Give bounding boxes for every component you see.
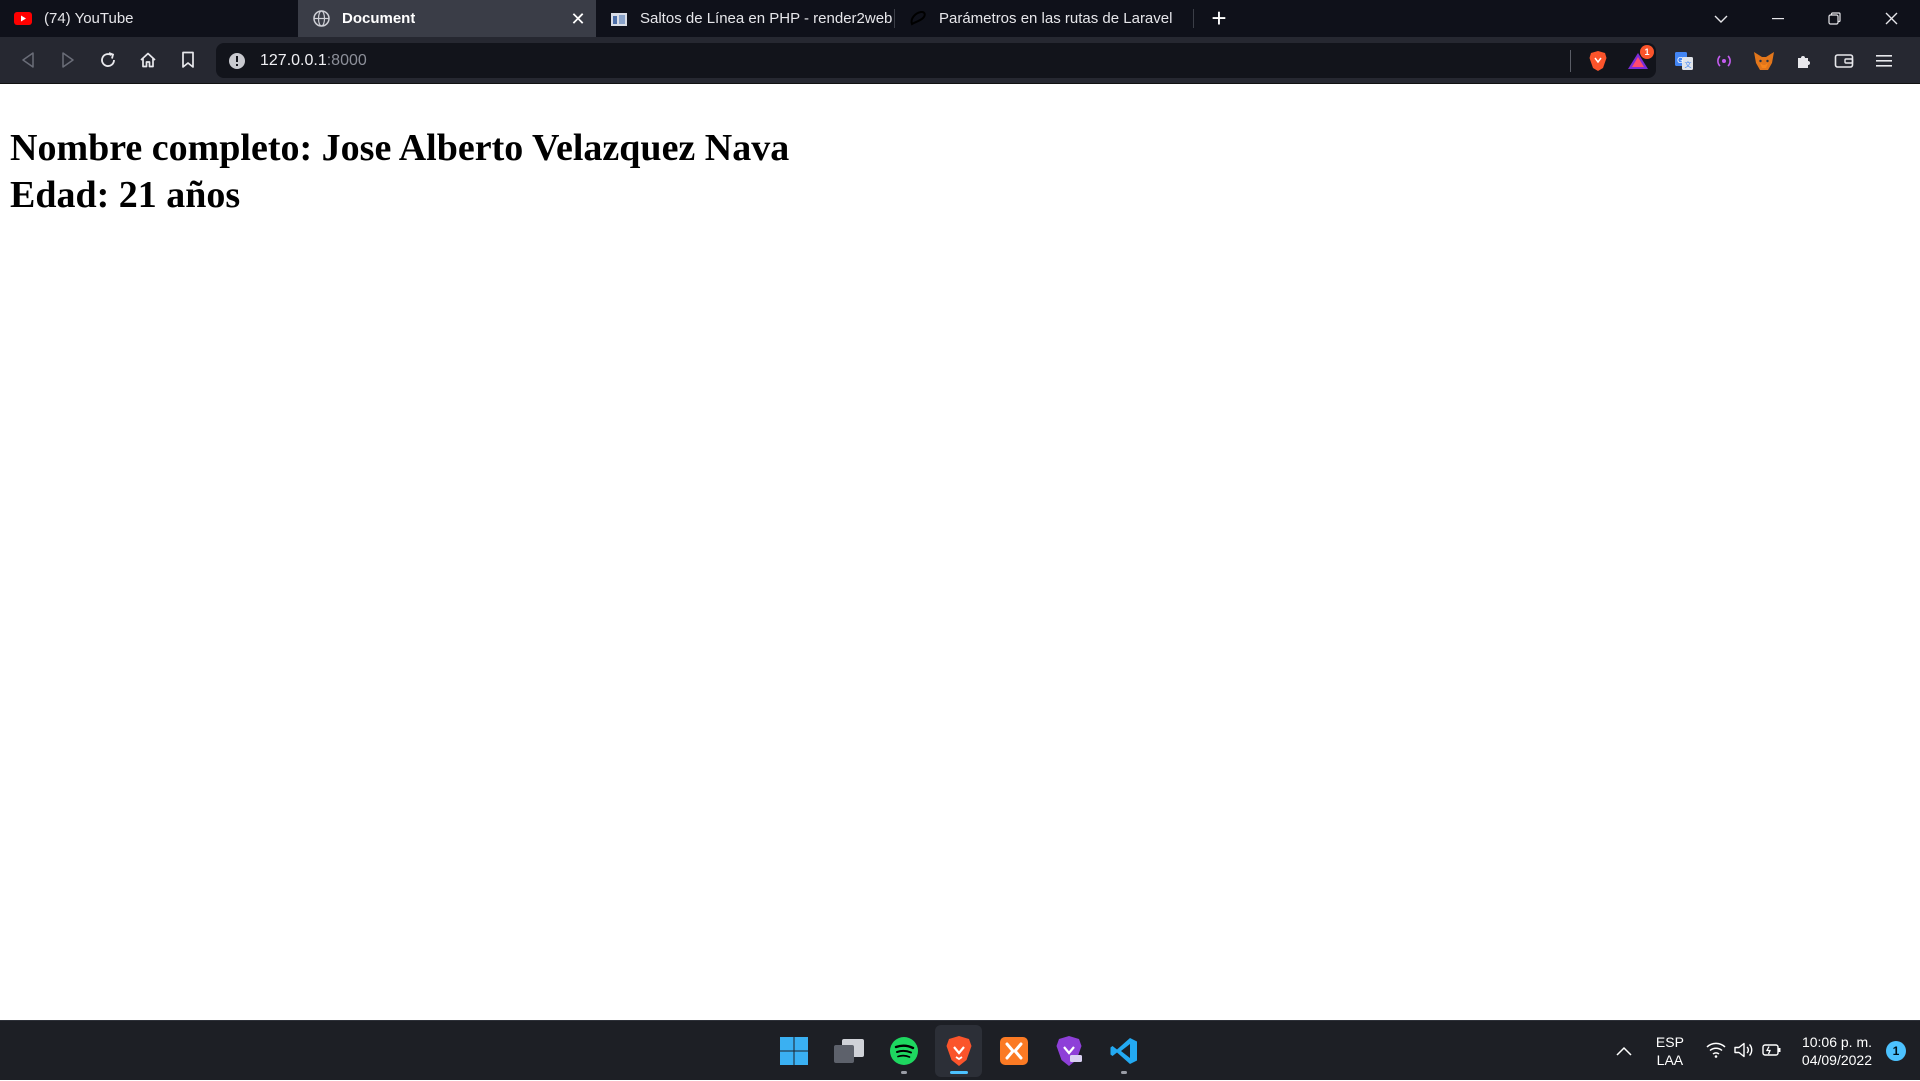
extensions-puzzle-icon[interactable]	[1784, 41, 1824, 81]
running-indicator	[900, 1071, 907, 1074]
clock-time: 10:06 p. m.	[1801, 1034, 1872, 1050]
volume-icon[interactable]	[1734, 1042, 1754, 1061]
forward-button[interactable]	[48, 40, 88, 80]
home-button[interactable]	[128, 40, 168, 80]
tab-strip: (74) YouTube Document ✕ Saltos de Línea …	[0, 0, 1920, 37]
brave-icon[interactable]	[935, 1025, 982, 1077]
rewards-badge: 1	[1640, 44, 1654, 59]
reload-button[interactable]	[88, 40, 128, 80]
address-bar[interactable]: 127.0.0.1:8000	[216, 43, 1656, 78]
xampp-icon[interactable]	[990, 1025, 1037, 1077]
laravel-icon	[909, 10, 927, 28]
url-host: 127.0.0.1	[260, 51, 327, 69]
running-indicator	[949, 1071, 968, 1074]
language-code: ESP	[1655, 1034, 1684, 1050]
svg-text:文: 文	[1685, 60, 1692, 69]
taskbar-apps	[770, 1025, 1147, 1077]
task-view-icon[interactable]	[825, 1025, 872, 1077]
menu-hamburger-icon[interactable]	[1864, 41, 1904, 81]
brave-shields-icon[interactable]	[1578, 41, 1618, 81]
extensions-area: 1 G文	[1578, 37, 1904, 84]
tab-title: (74) YouTube	[44, 10, 134, 27]
close-window-button[interactable]	[1863, 0, 1920, 37]
tab-title: Saltos de Línea en PHP - render2web	[640, 10, 893, 27]
url-port: :8000	[326, 51, 367, 69]
tab-laravel[interactable]: Parámetros en las rutas de Laravel	[895, 0, 1193, 37]
wifi-icon[interactable]	[1706, 1042, 1726, 1061]
youtube-icon	[14, 10, 32, 28]
site-info-icon[interactable]	[228, 52, 246, 70]
broadcast-extension-icon[interactable]	[1704, 41, 1744, 81]
tab-render2web[interactable]: Saltos de Línea en PHP - render2web	[596, 0, 894, 37]
age-heading: Edad: 21 años	[10, 174, 241, 216]
show-hidden-icons-chevron-icon[interactable]	[1616, 1043, 1632, 1059]
brave-rewards-icon[interactable]: 1	[1618, 41, 1658, 81]
keyboard-layout: LAA	[1656, 1052, 1684, 1068]
tab-document[interactable]: Document ✕	[298, 0, 596, 37]
render2web-icon	[610, 10, 628, 28]
tab-title: Document	[342, 10, 416, 27]
restore-button[interactable]	[1806, 0, 1863, 37]
clock-date: 04/09/2022	[1801, 1052, 1872, 1068]
brave-nightly-icon[interactable]	[1045, 1025, 1092, 1077]
spotify-icon[interactable]	[880, 1025, 927, 1077]
back-button[interactable]	[8, 40, 48, 80]
new-tab-button[interactable]: +	[1194, 0, 1244, 37]
system-tray: ESP LAA 10:06 p. m. 04/09/2022 1	[1616, 1021, 1920, 1081]
battery-icon[interactable]	[1762, 1043, 1782, 1060]
close-tab-icon[interactable]: ✕	[568, 9, 588, 29]
web-page-content: Nombre completo: Jose Alberto Velazquez …	[0, 84, 1920, 1020]
window-controls	[1692, 0, 1920, 37]
svg-text:G: G	[1677, 56, 1683, 65]
wallet-icon[interactable]	[1824, 41, 1864, 81]
tab-youtube[interactable]: (74) YouTube	[0, 0, 298, 37]
globe-icon	[312, 10, 330, 28]
toolbar-divider	[1570, 50, 1571, 72]
start-icon[interactable]	[770, 1025, 817, 1077]
windows-taskbar: ESP LAA 10:06 p. m. 04/09/2022 1	[0, 1020, 1920, 1080]
translate-icon[interactable]: G文	[1664, 41, 1704, 81]
tab-title: Parámetros en las rutas de Laravel	[939, 10, 1173, 27]
notification-badge[interactable]: 1	[1886, 1041, 1906, 1061]
clock[interactable]: 10:06 p. m. 04/09/2022	[1802, 1033, 1872, 1069]
running-indicator	[1120, 1071, 1127, 1074]
metamask-icon[interactable]	[1744, 41, 1784, 81]
input-language[interactable]: ESP LAA	[1656, 1033, 1684, 1069]
tab-search-chevron-icon[interactable]	[1692, 0, 1749, 37]
full-name-heading: Nombre completo: Jose Alberto Velazquez …	[10, 127, 790, 169]
bookmark-button[interactable]	[168, 40, 208, 80]
vscode-icon[interactable]	[1100, 1025, 1147, 1077]
minimize-button[interactable]	[1749, 0, 1806, 37]
